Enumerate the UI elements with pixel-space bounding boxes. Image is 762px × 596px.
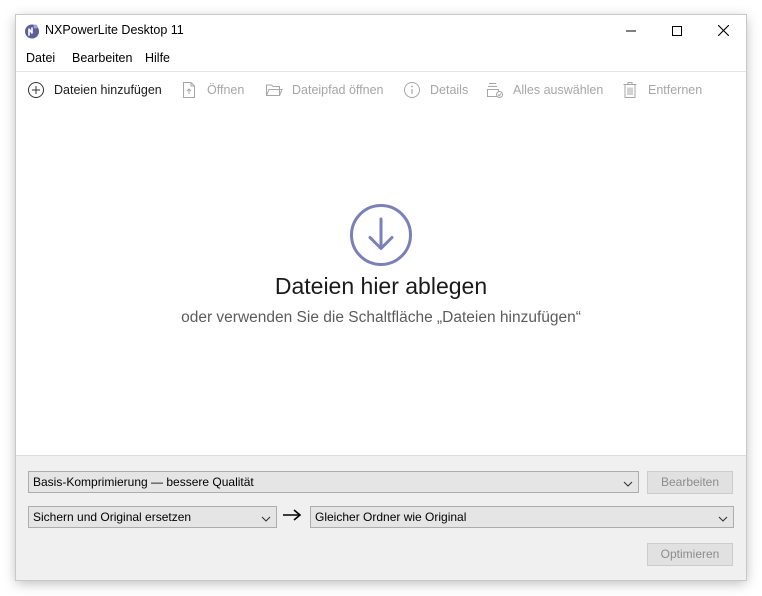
menu-bar: Datei Bearbeiten Hilfe	[16, 49, 746, 69]
toolbar: Dateien hinzufügen Öffnen Dateipfad öffn…	[16, 71, 746, 108]
folder-icon	[265, 81, 283, 99]
close-icon	[717, 25, 729, 36]
maximize-button[interactable]	[654, 15, 700, 46]
arrow-right-icon	[282, 508, 302, 522]
drop-zone-title: Dateien hier ablegen	[274, 273, 488, 299]
trash-icon	[621, 81, 639, 99]
remove-label: Entfernen	[648, 82, 703, 97]
details-label: Details	[430, 82, 469, 97]
optimize-button[interactable]: Optimieren	[647, 543, 733, 566]
minimize-button[interactable]	[608, 15, 654, 46]
window-title: NXPowerLite Desktop 11	[45, 23, 184, 37]
menu-hilfe[interactable]: Hilfe	[145, 51, 170, 65]
select-all-label: Alles auswählen	[513, 82, 604, 97]
compression-select[interactable]: Basis-Komprimierung — bessere Qualität	[28, 471, 639, 493]
file-action-select[interactable]: Sichern und Original ersetzen	[28, 506, 277, 528]
open-path-button[interactable]: Dateipfad öffnen	[265, 72, 384, 107]
open-label: Öffnen	[207, 82, 245, 97]
add-files-label: Dateien hinzufügen	[54, 82, 162, 97]
open-path-label: Dateipfad öffnen	[292, 82, 384, 97]
minimize-icon	[626, 30, 636, 31]
app-logo-icon	[24, 23, 40, 39]
chevron-down-icon	[260, 511, 272, 523]
title-bar[interactable]: NXPowerLite Desktop 11	[16, 15, 746, 47]
drop-zone-subtitle: oder verwenden Sie die Schaltfläche „Dat…	[181, 309, 581, 326]
plus-circle-icon	[27, 81, 45, 99]
select-all-button[interactable]: Alles auswählen	[486, 72, 603, 107]
edit-profile-button[interactable]: Bearbeiten	[647, 471, 733, 494]
open-button[interactable]: Öffnen	[180, 72, 244, 107]
close-button[interactable]	[700, 15, 746, 46]
remove-button[interactable]: Entfernen	[621, 72, 702, 107]
add-files-button[interactable]: Dateien hinzufügen	[27, 72, 162, 107]
document-open-icon	[180, 81, 198, 99]
drop-zone[interactable]: Dateien hier ablegen oder verwenden Sie …	[16, 107, 746, 454]
menu-datei[interactable]: Datei	[26, 51, 55, 65]
chevron-down-icon	[622, 476, 634, 488]
app-window: NXPowerLite Desktop 11 Datei Bearbeiten …	[16, 15, 746, 580]
file-action-select-value: Sichern und Original ersetzen	[33, 510, 192, 524]
menu-bearbeiten[interactable]: Bearbeiten	[72, 51, 132, 65]
info-icon	[403, 81, 421, 99]
details-button[interactable]: Details	[403, 72, 468, 107]
select-all-icon	[486, 81, 504, 99]
download-arrow-circle-icon	[349, 203, 413, 267]
chevron-down-icon	[717, 511, 729, 523]
compression-select-value: Basis-Komprimierung — bessere Qualität	[33, 475, 254, 489]
destination-select[interactable]: Gleicher Ordner wie Original	[310, 506, 734, 528]
settings-panel: Basis-Komprimierung — bessere Qualität B…	[16, 455, 746, 580]
maximize-icon	[672, 25, 682, 36]
destination-select-value: Gleicher Ordner wie Original	[315, 510, 467, 524]
